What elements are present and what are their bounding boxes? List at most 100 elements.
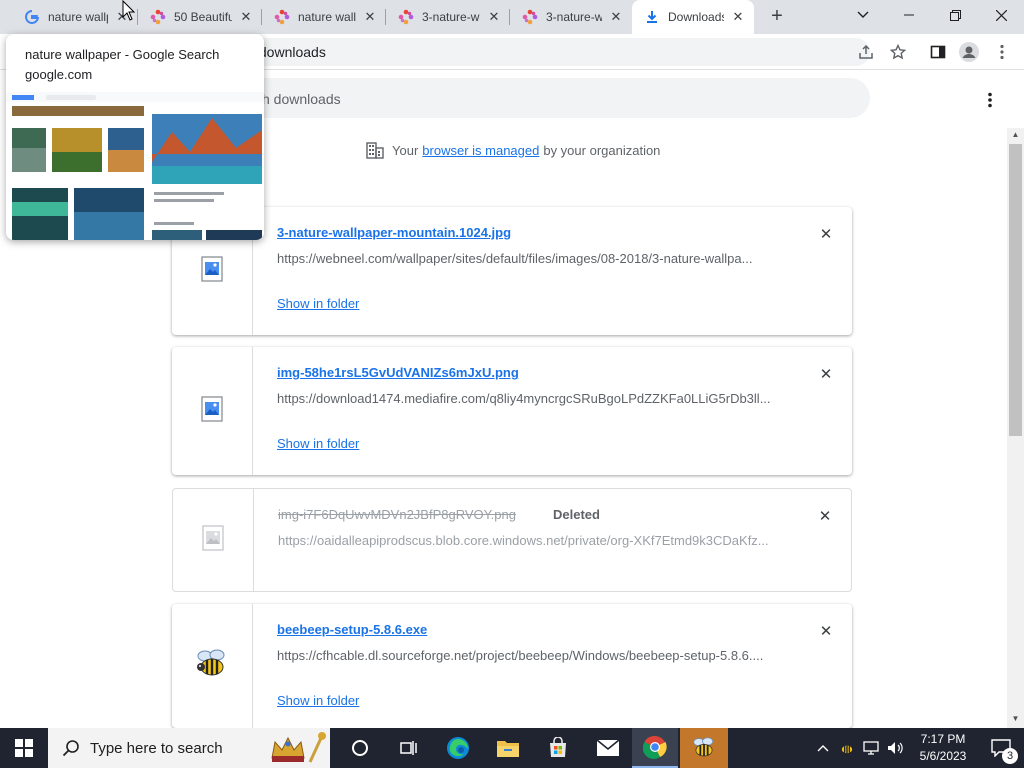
tab-nature-wallpaper-search[interactable]: nature wallpaper ✕ xyxy=(12,0,138,34)
pinwheel-icon xyxy=(274,9,290,25)
share-icon[interactable] xyxy=(854,40,878,64)
close-tab-icon[interactable]: ✕ xyxy=(238,9,254,25)
search-highlight-crown-icon xyxy=(268,730,328,768)
cortana-icon[interactable] xyxy=(338,728,382,768)
file-name: img-i7F6DqUwvMDVn2JBfP8gRVOY.png xyxy=(278,507,516,522)
file-icon-column xyxy=(172,347,253,475)
download-item: img-58he1rsL5GvUdVANIZs6mJxU.png https:/… xyxy=(172,347,852,475)
close-tab-icon[interactable]: ✕ xyxy=(362,9,378,25)
restore-button[interactable] xyxy=(932,0,978,30)
search-icon xyxy=(62,739,80,757)
system-clock[interactable]: 7:17 PM 5/6/2023 xyxy=(912,731,974,765)
tab-search-chevron-icon[interactable] xyxy=(840,0,886,30)
close-tab-icon[interactable]: ✕ xyxy=(608,9,624,25)
download-icon xyxy=(644,9,660,25)
notification-count-badge: 3 xyxy=(1002,748,1018,764)
file-name-link[interactable]: beebeep-setup-5.8.6.exe xyxy=(277,622,427,637)
mail-icon[interactable] xyxy=(586,728,630,768)
file-explorer-icon[interactable] xyxy=(486,728,530,768)
taskbar-search-box[interactable]: Type here to search xyxy=(48,728,330,768)
tab-3-nature-wallpaper-a[interactable]: 3-nature-wallpaper ✕ xyxy=(386,0,510,34)
scroll-down-arrow-icon[interactable]: ▼ xyxy=(1007,712,1024,726)
file-name-link[interactable]: img-58he1rsL5GvUdVANIZs6mJxU.png xyxy=(277,365,519,380)
tab-hover-card: nature wallpaper - Google Search google.… xyxy=(6,34,264,240)
pinwheel-icon xyxy=(398,9,414,25)
tab-title: 3-nature-wallpaper xyxy=(546,10,602,24)
file-source-url[interactable]: https://download1474.mediafire.com/q8liy… xyxy=(277,391,777,406)
tab-strip: nature wallpaper ✕ 50 Beautiful ✕ nature… xyxy=(0,0,1024,34)
clock-date: 5/6/2023 xyxy=(919,749,967,763)
network-icon[interactable] xyxy=(860,728,882,768)
close-window-button[interactable] xyxy=(978,0,1024,30)
show-in-folder-link[interactable]: Show in folder xyxy=(277,436,359,451)
microsoft-store-icon[interactable] xyxy=(536,728,580,768)
downloads-more-actions-icon[interactable] xyxy=(978,88,1002,112)
remove-download-icon[interactable]: ✕ xyxy=(815,506,835,526)
taskbar-search-placeholder: Type here to search xyxy=(90,739,223,757)
windows-taskbar: Type here to search 7:17 PM 5/6/2023 3 xyxy=(0,728,1024,768)
remove-download-icon[interactable]: ✕ xyxy=(816,621,836,641)
pinwheel-icon xyxy=(150,9,166,25)
show-hidden-icons-chevron-icon[interactable] xyxy=(812,728,834,768)
download-item: 3-nature-wallpaper-mountain.1024.jpg htt… xyxy=(172,207,852,335)
building-icon xyxy=(366,141,384,159)
file-source-url[interactable]: https://cfhcable.dl.sourceforge.net/proj… xyxy=(277,648,777,663)
remove-download-icon[interactable]: ✕ xyxy=(816,364,836,384)
tab-title: 50 Beautiful xyxy=(174,10,232,24)
tab-preview-thumbnail xyxy=(6,92,264,240)
file-source-url: https://oaidalleapiprodscus.blob.core.wi… xyxy=(278,533,769,548)
close-tab-icon[interactable]: ✕ xyxy=(486,9,502,25)
task-view-icon[interactable] xyxy=(386,728,430,768)
hover-card-title: nature wallpaper - Google Search xyxy=(25,47,220,62)
tab-downloads[interactable]: Downloads ✕ xyxy=(632,0,754,34)
show-in-folder-link[interactable]: Show in folder xyxy=(277,296,359,311)
close-tab-icon[interactable]: ✕ xyxy=(730,9,746,25)
managed-prefix: Your xyxy=(392,142,419,158)
profile-avatar-icon[interactable] xyxy=(957,40,981,64)
beebeep-taskbar-icon[interactable] xyxy=(680,728,728,768)
download-item: beebeep-setup-5.8.6.exe https://cfhcable… xyxy=(172,604,852,728)
managed-notice: Your browser is managed by your organiza… xyxy=(366,140,660,160)
download-item-deleted: img-i7F6DqUwvMDVn2JBfP8gRVOY.png Deleted… xyxy=(172,488,852,592)
address-url[interactable]: /downloads xyxy=(255,44,326,60)
downloads-search-placeholder: ch downloads xyxy=(255,91,341,107)
tab-title: nature wallpaper xyxy=(48,10,108,24)
managed-suffix: by your organization xyxy=(543,142,661,158)
edge-browser-icon[interactable] xyxy=(436,728,480,768)
page-scrollbar[interactable]: ▲ ▼ xyxy=(1007,128,1024,728)
beebeep-tray-icon[interactable] xyxy=(836,728,858,768)
hover-card-domain: google.com xyxy=(25,67,93,82)
file-source-url[interactable]: https://webneel.com/wallpaper/sites/defa… xyxy=(277,251,777,266)
tab-title: Downloads xyxy=(668,10,724,24)
tab-nature-wallpaper[interactable]: nature wallpaper ✕ xyxy=(262,0,386,34)
new-tab-button[interactable]: + xyxy=(766,6,788,28)
minimize-button[interactable] xyxy=(886,0,932,30)
chrome-taskbar-icon[interactable] xyxy=(632,728,678,768)
clock-time: 7:17 PM xyxy=(920,732,966,746)
image-file-icon xyxy=(202,524,224,556)
file-icon-column xyxy=(172,604,253,728)
file-icon-column xyxy=(173,489,254,591)
pinwheel-icon xyxy=(522,9,538,25)
google-g-icon xyxy=(24,9,40,25)
tab-3-nature-wallpaper-b[interactable]: 3-nature-wallpaper ✕ xyxy=(510,0,632,34)
browser-managed-link[interactable]: browser is managed xyxy=(422,143,539,158)
action-center-icon[interactable]: 3 xyxy=(978,728,1024,768)
side-panel-icon[interactable] xyxy=(926,40,950,64)
bee-icon xyxy=(195,649,229,684)
volume-icon[interactable] xyxy=(884,728,906,768)
deleted-status: Deleted xyxy=(553,507,600,522)
scrollbar-thumb[interactable] xyxy=(1009,144,1022,436)
tab-title: 3-nature-wallpaper xyxy=(422,10,480,24)
show-in-folder-link[interactable]: Show in folder xyxy=(277,693,359,708)
file-name-link[interactable]: 3-nature-wallpaper-mountain.1024.jpg xyxy=(277,225,511,240)
windows-start-icon[interactable] xyxy=(0,728,48,768)
chrome-menu-icon[interactable] xyxy=(990,40,1014,64)
image-file-icon xyxy=(201,395,223,427)
bookmark-star-icon[interactable] xyxy=(886,40,910,64)
tab-title: nature wallpaper xyxy=(298,10,356,24)
remove-download-icon[interactable]: ✕ xyxy=(816,224,836,244)
scroll-up-arrow-icon[interactable]: ▲ xyxy=(1007,128,1024,142)
mouse-cursor-icon xyxy=(122,0,136,27)
tab-50-beautiful[interactable]: 50 Beautiful ✕ xyxy=(138,0,262,34)
